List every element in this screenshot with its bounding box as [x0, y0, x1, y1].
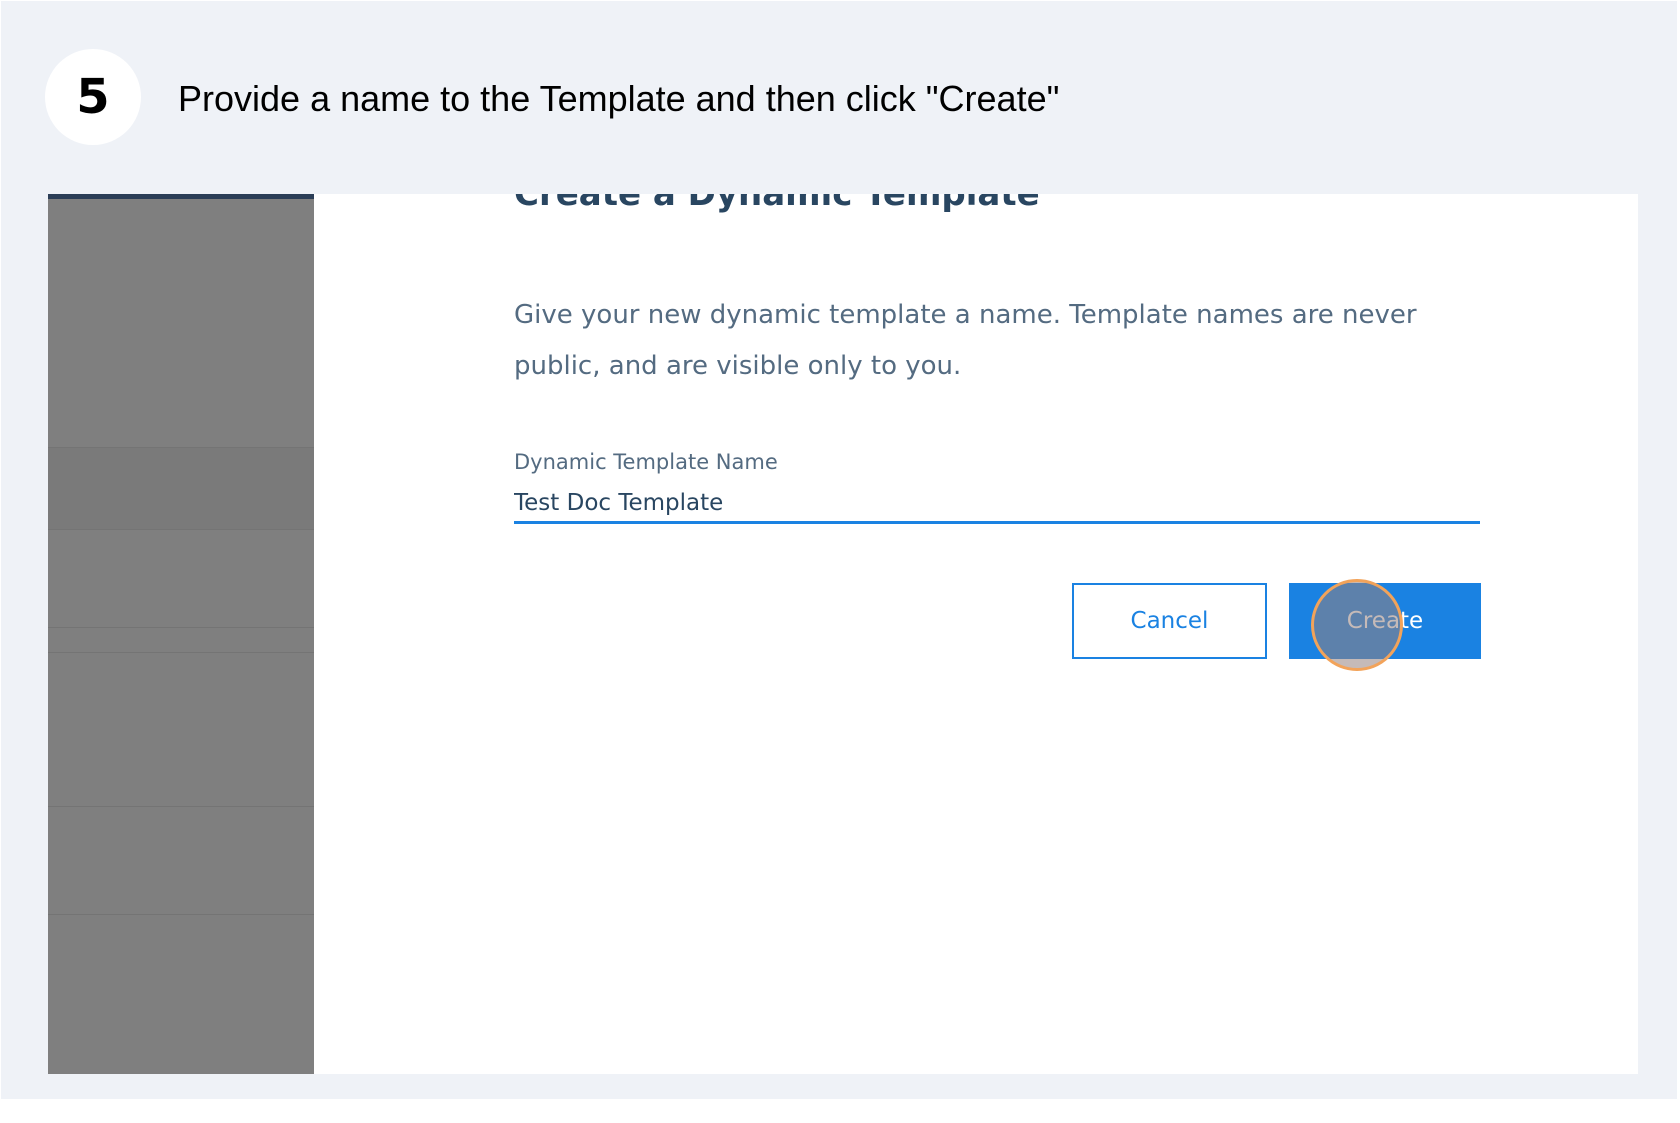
screenshot-area: Create a Dynamic Template Give your new …: [48, 194, 1638, 1074]
cancel-button[interactable]: Cancel: [1072, 583, 1267, 659]
sidebar-divider: [48, 652, 314, 653]
template-name-label: Dynamic Template Name: [514, 450, 778, 474]
sidebar-divider: [48, 806, 314, 807]
dialog-title: Create a Dynamic Template: [514, 194, 1040, 214]
dialog-description: Give your new dynamic template a name. T…: [514, 300, 1417, 381]
sidebar-divider: [48, 447, 314, 448]
sidebar-divider: [48, 914, 314, 915]
sidebar-divider: [48, 529, 314, 530]
step-instruction: Provide a name to the Template and then …: [178, 78, 1060, 119]
template-name-input[interactable]: [514, 484, 1480, 524]
create-button[interactable]: Create: [1289, 583, 1481, 659]
card-bottom-gutter: [22, 1099, 1662, 1123]
step-number-badge: 5: [45, 49, 141, 145]
sidebar-band: [48, 447, 314, 529]
sidebar-panel: [48, 194, 314, 1074]
sidebar-divider: [48, 627, 314, 628]
